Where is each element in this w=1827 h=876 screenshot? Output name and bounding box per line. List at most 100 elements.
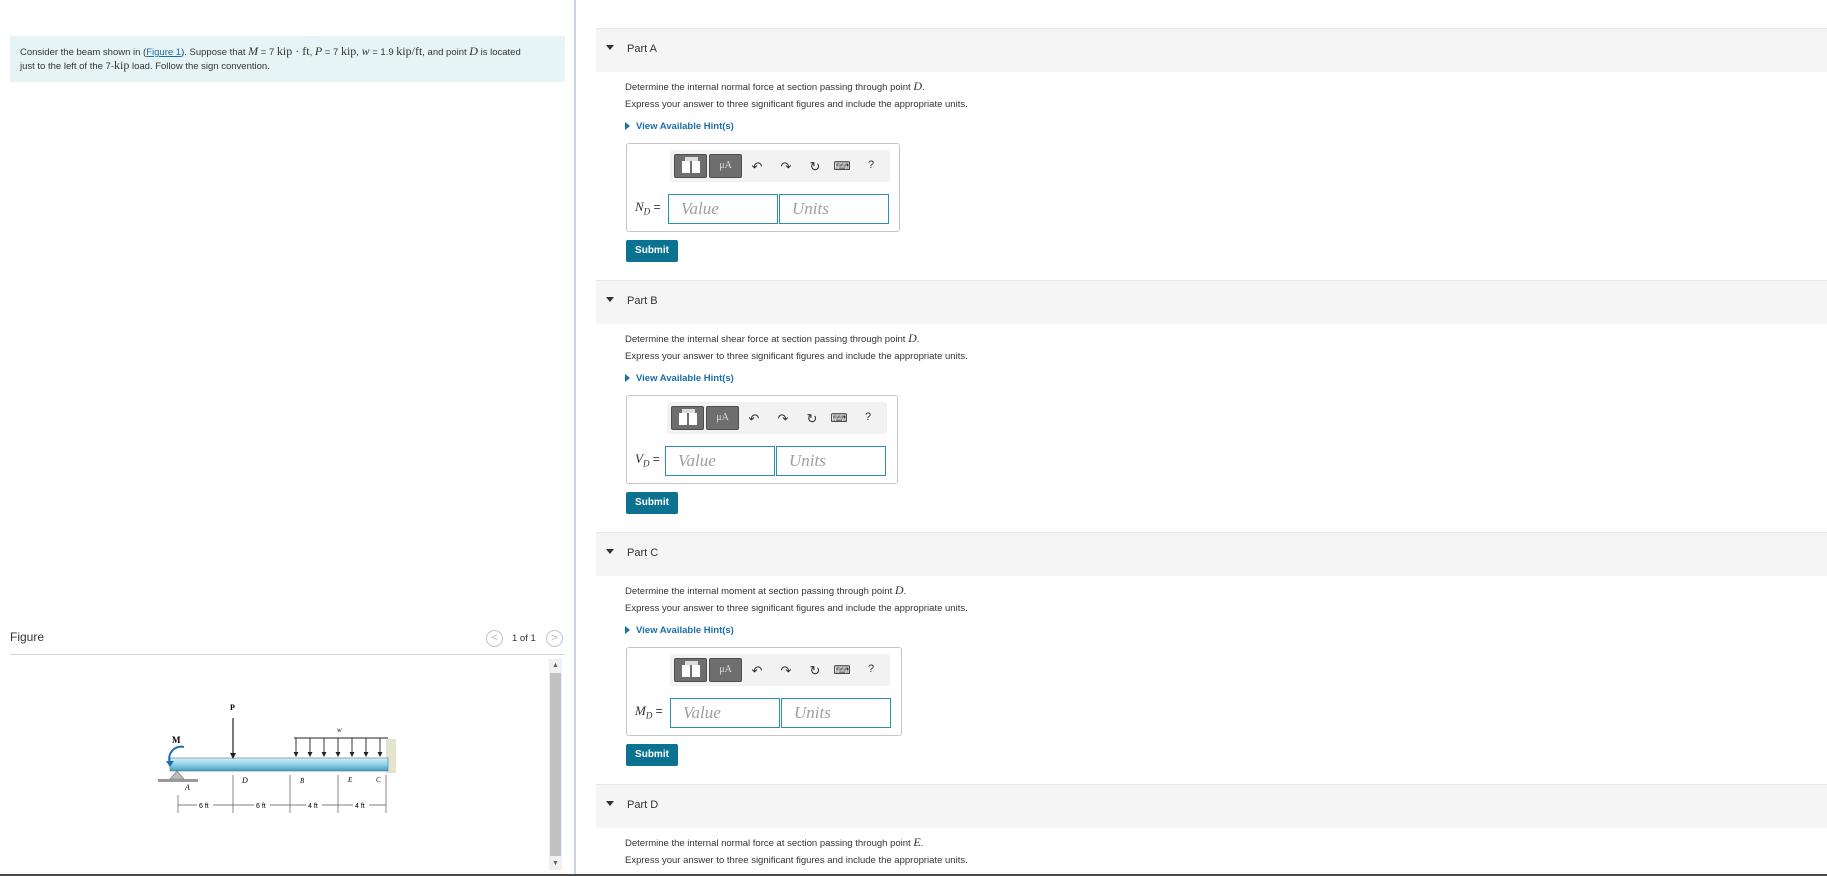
- question-text: Determine the internal normal force at s…: [625, 82, 914, 93]
- math-toolbar: μA ↶ ↷ ↻ ⌨ ?: [670, 654, 890, 686]
- figure-header: Figure < 1 of 1 >: [10, 627, 565, 655]
- answer-var: M: [635, 703, 646, 718]
- undo-icon[interactable]: ↶: [748, 663, 766, 679]
- scroll-down-arrow[interactable]: ▼: [549, 857, 562, 870]
- units-button[interactable]: μA: [706, 406, 739, 430]
- templates-button[interactable]: [674, 658, 707, 682]
- part-c-header[interactable]: Part C: [596, 532, 1827, 576]
- keyboard-icon[interactable]: ⌨: [830, 411, 848, 425]
- keyboard-icon[interactable]: ⌨: [833, 663, 851, 677]
- unit-kip: kip: [114, 58, 130, 72]
- part-b-answer-box: μA ↶ ↷ ↻ ⌨ ? VD = Value Units: [626, 395, 898, 484]
- answer-eq: =: [650, 200, 661, 214]
- scroll-up-arrow[interactable]: ▲: [549, 659, 562, 672]
- var-D: D: [469, 44, 478, 58]
- part-a-submit-button[interactable]: Submit: [626, 240, 678, 262]
- prev-figure-button[interactable]: <: [486, 630, 503, 647]
- dist-load-arrowhead: [377, 752, 383, 757]
- part-c-question: Determine the internal moment at section…: [625, 583, 906, 598]
- answer-label: VD =: [635, 451, 660, 468]
- beam-figure: M P w A D B E C 6 ft 6 ft 4 ft 4 ft: [158, 703, 396, 813]
- units-button[interactable]: μA: [709, 658, 742, 682]
- questions-pane: Part A Determine the internal normal for…: [576, 0, 1827, 876]
- templates-icon: [682, 157, 700, 173]
- beam: [169, 757, 389, 772]
- unit-M: kip · ft: [276, 44, 310, 58]
- next-figure-button[interactable]: >: [546, 630, 563, 647]
- figure-scrollbar[interactable]: ▲ ▼: [549, 659, 562, 870]
- value-M: = 7: [258, 47, 277, 58]
- dim-label-2: 6 ft: [256, 803, 266, 810]
- part-b-hint-link[interactable]: View Available Hint(s): [625, 373, 734, 384]
- question-end: .: [920, 838, 924, 849]
- redo-icon[interactable]: ↷: [777, 663, 795, 679]
- help-icon[interactable]: ?: [859, 411, 877, 423]
- caret-down-icon: [606, 45, 614, 50]
- figure-link[interactable]: Figure 1: [146, 47, 181, 58]
- part-a-hint-link[interactable]: View Available Hint(s): [625, 121, 734, 132]
- part-a-header[interactable]: Part A: [596, 28, 1827, 72]
- part-b-question: Determine the internal shear force at se…: [625, 331, 919, 346]
- part-a-instruction: Express your answer to three significant…: [625, 99, 968, 110]
- dist-load-arrowhead: [293, 752, 299, 757]
- reset-icon[interactable]: ↻: [806, 159, 824, 175]
- help-icon[interactable]: ?: [862, 663, 880, 675]
- part-b-submit-button[interactable]: Submit: [626, 492, 678, 514]
- unit-w: kip/ft: [396, 44, 423, 58]
- value-input[interactable]: Value: [670, 698, 780, 728]
- part-c-hint-link[interactable]: View Available Hint(s): [625, 625, 734, 636]
- undo-icon[interactable]: ↶: [745, 411, 763, 427]
- label-D: D: [241, 776, 248, 785]
- label-C: C: [376, 776, 381, 784]
- units-button[interactable]: μA: [709, 154, 742, 178]
- units-input[interactable]: Units: [781, 698, 891, 728]
- part-a-answer-box: μA ↶ ↷ ↻ ⌨ ? ND = Value Units: [626, 143, 900, 232]
- templates-button[interactable]: [671, 406, 704, 430]
- answer-label: MD =: [635, 703, 663, 720]
- pin-support-A: [169, 770, 185, 780]
- math-toolbar: μA ↶ ↷ ↻ ⌨ ?: [667, 402, 887, 434]
- value-input[interactable]: Value: [665, 446, 775, 476]
- templates-button[interactable]: [674, 154, 707, 178]
- part-d-header[interactable]: Part D: [596, 784, 1827, 828]
- keyboard-icon[interactable]: ⌨: [833, 159, 851, 173]
- part-c-answer-box: μA ↶ ↷ ↻ ⌨ ? MD = Value Units: [626, 647, 902, 736]
- value-input[interactable]: Value: [668, 194, 778, 224]
- reset-icon[interactable]: ↻: [803, 411, 821, 427]
- dist-load-arrowhead: [307, 752, 313, 757]
- scroll-thumb[interactable]: [550, 673, 561, 856]
- part-c-label: Part C: [627, 547, 659, 559]
- help-icon[interactable]: ?: [862, 159, 880, 171]
- intro-text: load. Follow the sign convention.: [129, 61, 270, 72]
- part-d-question: Determine the internal normal force at s…: [625, 835, 923, 850]
- answer-var: V: [635, 451, 643, 466]
- label-A: A: [184, 783, 190, 792]
- units-input[interactable]: Units: [779, 194, 889, 224]
- templates-icon: [682, 661, 700, 677]
- dist-load-arrowhead: [321, 752, 327, 757]
- question-text: Determine the internal moment at section…: [625, 586, 895, 597]
- question-var: E: [913, 835, 921, 849]
- intro-text: Consider the beam shown in (: [20, 47, 147, 58]
- question-var: D: [894, 583, 904, 597]
- answer-label: ND =: [635, 199, 661, 216]
- part-b-header[interactable]: Part B: [596, 280, 1827, 324]
- dim-label-1: 6 ft: [199, 803, 209, 810]
- reset-icon[interactable]: ↻: [806, 663, 824, 679]
- question-var: D: [908, 331, 917, 345]
- answer-eq: =: [652, 704, 663, 718]
- dist-load-arrows: [293, 738, 383, 757]
- redo-icon[interactable]: ↷: [777, 159, 795, 175]
- part-c-submit-button[interactable]: Submit: [626, 744, 678, 766]
- var-w: w: [361, 44, 370, 58]
- answer-var: N: [635, 199, 644, 214]
- part-b-instruction: Express your answer to three significant…: [625, 351, 968, 362]
- question-end: .: [903, 586, 907, 597]
- redo-icon[interactable]: ↷: [774, 411, 792, 427]
- units-input[interactable]: Units: [776, 446, 886, 476]
- undo-icon[interactable]: ↶: [748, 159, 766, 175]
- value-w: = 1.9: [369, 47, 397, 58]
- intro-text: ). Suppose that: [181, 47, 249, 58]
- unit-P: kip: [340, 44, 357, 58]
- value-P: = 7: [322, 47, 341, 58]
